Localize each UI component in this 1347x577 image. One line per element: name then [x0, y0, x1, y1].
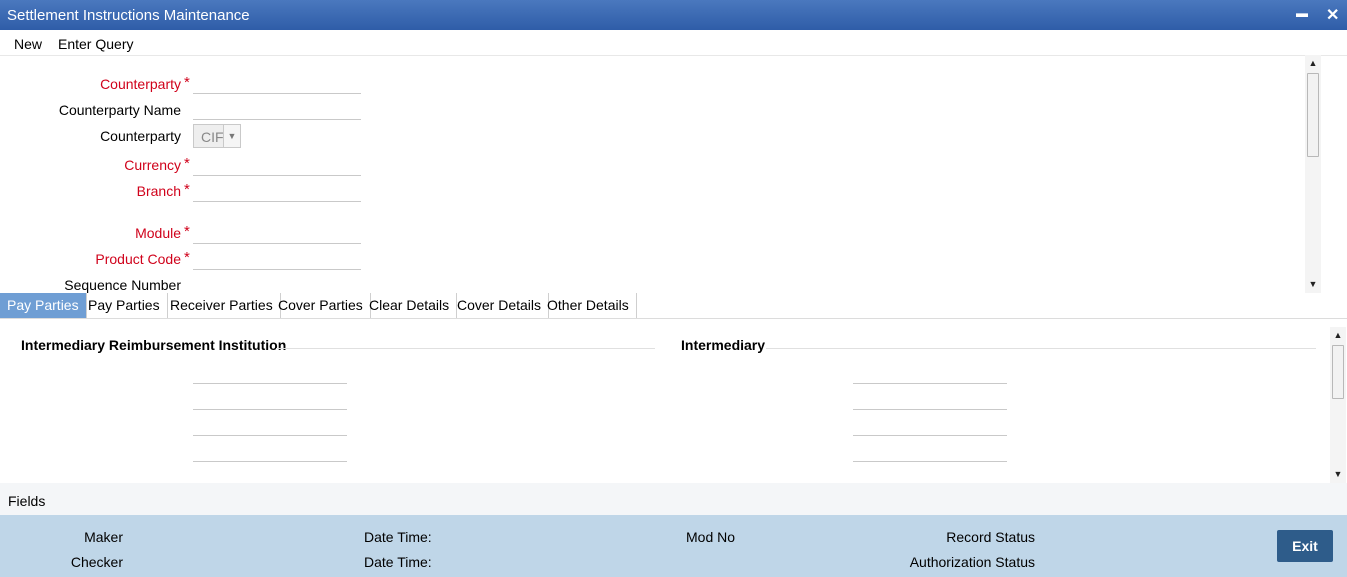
required-marker: *	[184, 155, 190, 172]
intermediary-line-1-input[interactable]	[853, 383, 1007, 384]
intermediary-line-3-input[interactable]	[853, 435, 1007, 436]
branch-input[interactable]	[193, 201, 361, 202]
counterparty-input[interactable]	[193, 93, 361, 94]
header-form: Counterparty * Counterparty Name Counter…	[0, 55, 1305, 293]
intermediary-heading: Intermediary	[681, 337, 766, 353]
tab-receiver-parties[interactable]: Receiver Parties	[163, 293, 281, 318]
tab-clear-details[interactable]: Clear Details	[362, 293, 458, 318]
product-code-input[interactable]	[193, 269, 361, 270]
required-marker: *	[184, 181, 190, 198]
tab-cover-details[interactable]: Cover Details	[450, 293, 550, 318]
exit-button[interactable]: Exit	[1277, 530, 1333, 562]
sequence-number-label: Sequence Number	[64, 277, 181, 293]
product-code-label: Product Code	[95, 251, 181, 267]
counterparty-type-label: Counterparty	[100, 128, 181, 144]
fields-link[interactable]: Fields	[8, 493, 45, 509]
window-title-bar: Settlement Instructions Maintenance ▬ ✕	[0, 0, 1347, 30]
counterparty-label: Counterparty	[100, 76, 181, 92]
tab-pay-parties[interactable]: Pay Parties	[81, 293, 168, 318]
mod-no-label: Mod No	[686, 529, 736, 545]
intermediary-reimbursement-heading: Intermediary Reimbursement Institution	[21, 337, 287, 353]
close-icon[interactable]: ✕	[1326, 5, 1339, 25]
form-scroll-thumb[interactable]	[1307, 73, 1319, 157]
branch-label: Branch	[136, 183, 181, 199]
tab-pay-parties-active[interactable]: Pay Parties	[0, 293, 87, 318]
currency-label: Currency	[124, 157, 181, 173]
scroll-down-arrow-icon[interactable]: ▼	[1331, 469, 1345, 479]
record-status-label: Record Status	[946, 529, 1035, 545]
panel-scroll-thumb[interactable]	[1332, 345, 1344, 399]
enter-query-menu-item[interactable]: Enter Query	[58, 36, 133, 52]
new-menu-item[interactable]: New	[14, 36, 42, 52]
reimbursement-line-1-input[interactable]	[193, 383, 347, 384]
form-scrollbar[interactable]: ▲ ▼	[1305, 55, 1321, 293]
checker-label: Checker	[70, 554, 123, 570]
maker-label: Maker	[84, 529, 123, 545]
intermediary-line-2-input[interactable]	[853, 409, 1007, 410]
section-divider	[276, 348, 655, 349]
scroll-up-arrow-icon[interactable]: ▲	[1306, 58, 1320, 68]
intermediary-line-4-input[interactable]	[853, 461, 1007, 462]
tab-divider	[0, 318, 1347, 319]
scroll-down-arrow-icon[interactable]: ▼	[1306, 279, 1320, 289]
checker-date-time-label: Date Time:	[364, 554, 432, 570]
window-title: Settlement Instructions Maintenance	[7, 7, 250, 24]
counterparty-type-value: CIF	[201, 129, 224, 145]
menu-bar: New Enter Query	[0, 30, 1347, 56]
counterparty-name-label: Counterparty Name	[58, 102, 181, 118]
scroll-up-arrow-icon[interactable]: ▲	[1331, 330, 1345, 340]
authorization-status-label: Authorization Status	[909, 554, 1035, 570]
required-marker: *	[184, 223, 190, 240]
reimbursement-line-3-input[interactable]	[193, 435, 347, 436]
minimize-icon[interactable]: ▬	[1296, 6, 1308, 20]
module-input[interactable]	[193, 243, 361, 244]
audit-bar: Maker Checker Date Time: Date Time: Mod …	[0, 515, 1347, 577]
panel-scrollbar[interactable]: ▲ ▼	[1330, 327, 1346, 483]
reimbursement-line-2-input[interactable]	[193, 409, 347, 410]
counterparty-name-input[interactable]	[193, 119, 361, 120]
currency-input[interactable]	[193, 175, 361, 176]
maker-date-time-label: Date Time:	[364, 529, 432, 545]
module-label: Module	[135, 225, 181, 241]
required-marker: *	[184, 249, 190, 266]
fields-bar: Fields	[0, 483, 1347, 515]
tab-cover-parties[interactable]: Cover Parties	[271, 293, 371, 318]
tab-other-details[interactable]: Other Details	[540, 293, 637, 318]
reimbursement-line-4-input[interactable]	[193, 461, 347, 462]
counterparty-type-select[interactable]: CIF ▼	[193, 124, 241, 148]
chevron-down-icon[interactable]: ▼	[223, 125, 240, 147]
section-divider	[766, 348, 1316, 349]
required-marker: *	[184, 74, 190, 91]
